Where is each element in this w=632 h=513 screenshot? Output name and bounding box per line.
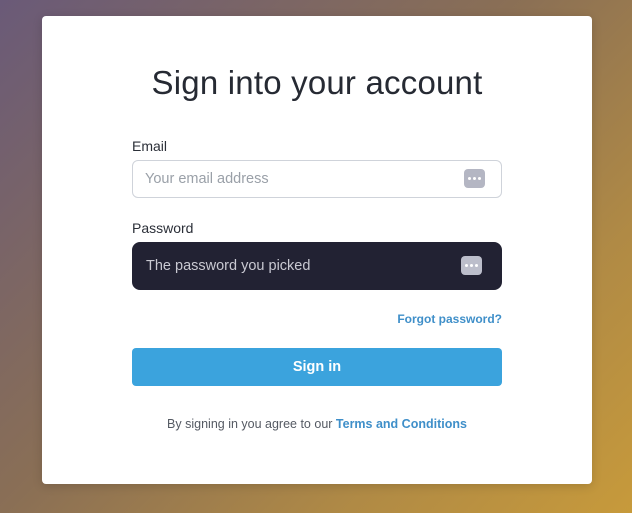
password-field-container xyxy=(132,242,502,290)
password-input[interactable] xyxy=(133,243,501,289)
email-input[interactable] xyxy=(133,161,501,197)
sign-in-button[interactable]: Sign in xyxy=(132,348,502,386)
email-field-container xyxy=(132,160,502,198)
terms-notice: By signing in you agree to our Terms and… xyxy=(42,417,592,431)
terms-prefix: By signing in you agree to our xyxy=(167,417,336,431)
password-manager-icon[interactable] xyxy=(464,169,485,188)
email-label: Email xyxy=(132,138,168,154)
page-title: Sign into your account xyxy=(151,64,483,101)
password-label: Password xyxy=(132,220,194,236)
forgot-password-link[interactable]: Forgot password? xyxy=(397,312,502,326)
password-manager-icon[interactable] xyxy=(461,256,482,275)
terms-link[interactable]: Terms and Conditions xyxy=(336,417,467,431)
signin-card: Sign into your account Email Password Fo… xyxy=(42,16,592,484)
